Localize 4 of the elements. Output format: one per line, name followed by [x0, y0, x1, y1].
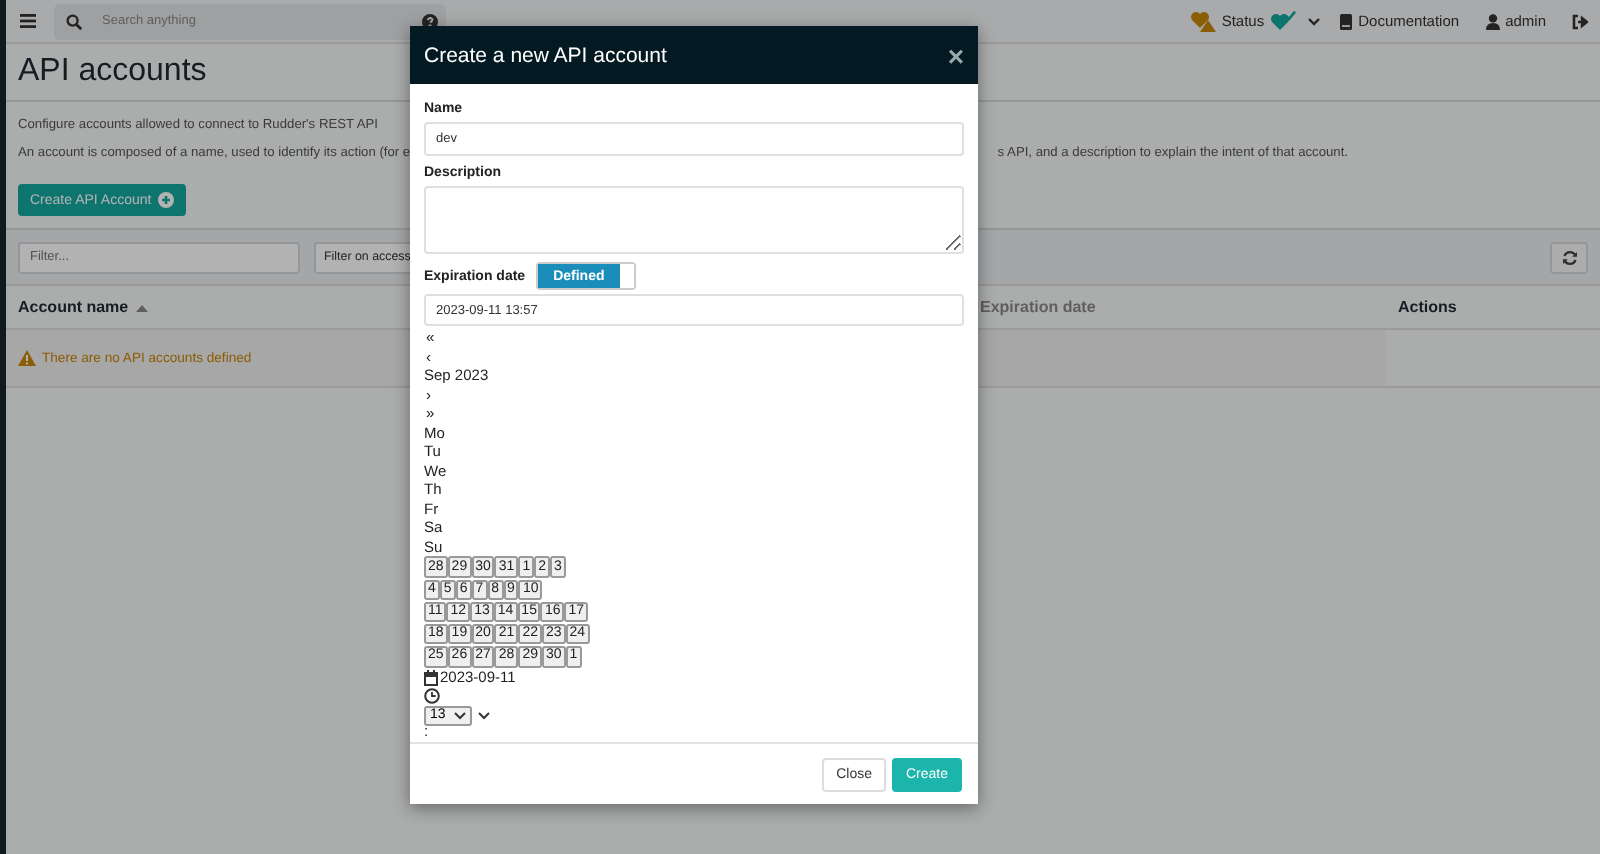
modal-title: Create a new API account	[424, 43, 667, 67]
column-header: Actions	[1398, 298, 1457, 316]
page-title: API accounts	[18, 54, 207, 90]
column-header: Expiration date	[980, 298, 1098, 316]
